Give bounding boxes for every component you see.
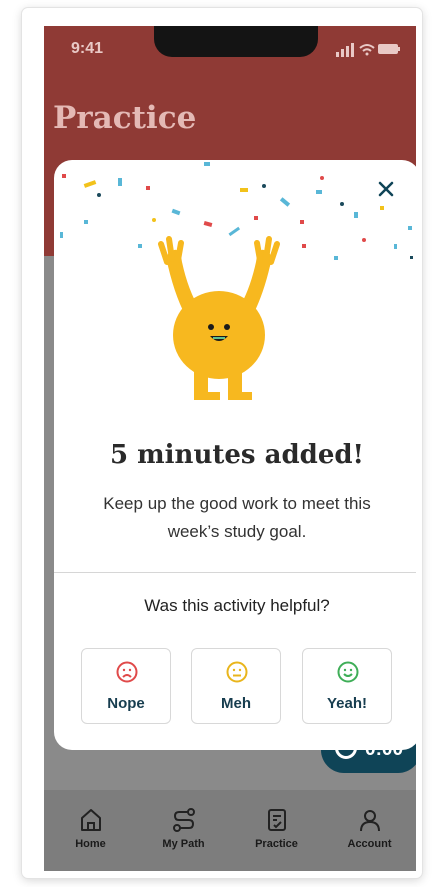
page-title: Practice	[53, 100, 197, 136]
feedback-meh-button[interactable]: Meh	[191, 648, 281, 724]
feedback-label: Yeah!	[326, 695, 368, 712]
happy-face-icon	[337, 661, 359, 683]
signal-icon	[336, 43, 354, 57]
app-screen: 9:41 Practice Home My Path Practice Acco…	[44, 26, 416, 871]
tab-my-path[interactable]: My Path	[137, 790, 230, 871]
success-modal: 5 minutes added! Keep up the good work t…	[54, 160, 416, 750]
tab-label: Account	[347, 838, 392, 850]
wifi-icon	[359, 44, 375, 56]
status-bar: 9:41	[44, 26, 416, 70]
neutral-face-icon	[226, 661, 248, 683]
feedback-yeah-button[interactable]: Yeah!	[302, 648, 392, 724]
account-icon	[360, 810, 380, 832]
practice-icon	[268, 809, 286, 831]
feedback-question: Was this activity helpful?	[144, 596, 330, 615]
battery-icon	[378, 44, 400, 54]
home-icon	[81, 809, 101, 831]
tab-practice[interactable]: Practice	[230, 790, 323, 871]
feedback-label: Nope	[107, 695, 145, 712]
mascot-illustration	[158, 236, 280, 400]
tab-account[interactable]: Account	[323, 790, 416, 871]
tab-bar: Home My Path Practice Account	[44, 790, 416, 871]
tab-label: Home	[75, 838, 106, 850]
tab-home[interactable]: Home	[44, 790, 137, 871]
notch	[154, 26, 318, 57]
sad-face-icon	[116, 661, 138, 683]
modal-message: Keep up the good work to meet this week’…	[103, 494, 371, 541]
divider	[54, 572, 416, 573]
path-icon	[173, 808, 195, 832]
tab-label: My Path	[162, 838, 205, 850]
modal-title: 5 minutes added!	[110, 440, 364, 470]
feedback-nope-button[interactable]: Nope	[81, 648, 171, 724]
status-icons	[336, 43, 400, 57]
close-button[interactable]	[371, 174, 401, 204]
feedback-label: Meh	[221, 695, 251, 712]
tab-label: Practice	[255, 838, 298, 850]
status-time: 9:41	[71, 40, 104, 57]
close-icon	[378, 181, 394, 197]
